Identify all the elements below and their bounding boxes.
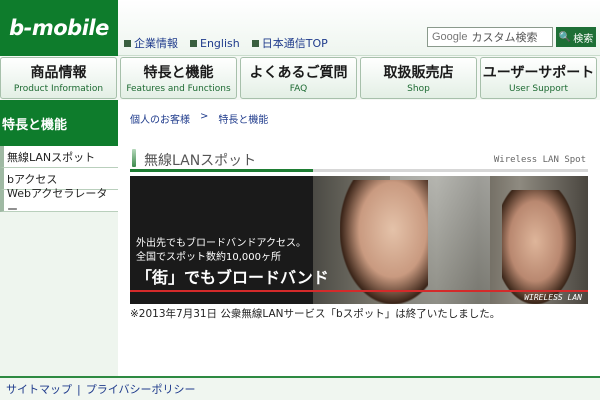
nav-user-support[interactable]: ユーザーサポート User Support [480,57,597,99]
nav-shop[interactable]: 取扱販売店 Shop [360,57,477,99]
toplink-nihon-tsushin[interactable]: 日本通信TOP [251,35,328,51]
toplink-label: 日本通信TOP [261,37,328,50]
global-nav: 商品情報 Product Information 特長と機能 Features … [0,56,600,100]
section-title: 無線LANスポット [144,153,257,169]
banner-headline: 「街」でもブロードバンド [136,268,329,287]
nav-label-jp: 商品情報 [30,65,87,81]
banner-red-line [130,290,588,292]
search-button[interactable]: 🔍 検索 [556,27,596,47]
breadcrumb: 個人のお客様 > 特長と機能 [130,111,268,126]
heading-underline [130,169,313,172]
banner-line-1: 外出先でもブロードバンドアクセス。 [136,238,306,249]
footer: サイトマップ | プライバシーポリシー [0,376,600,400]
banner-wireless-lan-badge: WIRELESS LAN [524,293,582,302]
heading-accent-icon [132,149,136,167]
footer-sitemap-link[interactable]: サイトマップ [6,381,72,397]
section-heading: 無線LANスポット Wireless LAN Spot [130,148,588,172]
hero-banner: 外出先でもブロードバンドアクセス。 全国でスポット数約10,000ヶ所 「街」で… [130,176,588,304]
search-icon: 🔍 [558,31,572,43]
sidebar: 特長と機能 無線LANスポット bアクセス Webアクセラレーター [0,100,118,376]
sidebar-item-web-accelerator[interactable]: Webアクセラレーター [0,187,118,216]
square-bullet-icon [190,39,197,47]
nav-label-en: Shop [407,84,430,94]
nav-label-en: User Support [509,84,568,94]
footer-separator: | [77,382,81,396]
search-placeholder: カスタム検索 [471,31,538,44]
sidebar-item-wireless-lan-spot[interactable]: 無線LANスポット [0,146,118,168]
footer-privacy-link[interactable]: プライバシーポリシー [86,381,196,397]
nav-product-information[interactable]: 商品情報 Product Information [0,57,117,99]
nav-label-en: FAQ [289,84,308,94]
logo[interactable]: b-mobile [0,0,118,56]
nav-label-en: Product Information [13,84,104,94]
toplink-label: English [200,36,240,50]
nav-label-jp: ユーザーサポート [482,65,595,81]
toplink-corporate[interactable]: 企業情報 [124,35,178,51]
nav-label-en: Features and Functions [126,84,231,94]
banner-woman-left [340,180,428,304]
toplink-label: 企業情報 [134,37,178,50]
banner-woman-right [502,190,576,304]
header-bar: 企業情報 English 日本通信TOP Google カスタム検索 🔍 検索 [118,0,600,56]
search-input[interactable]: Google カスタム検索 [427,27,553,47]
square-bullet-icon [251,39,259,47]
service-ended-notice: ※2013年7月31日 公衆無線LANサービス「bスポット」は終了いたしました。 [130,308,501,320]
breadcrumb-features[interactable]: 特長と機能 [218,111,268,126]
nav-label-jp: 特長と機能 [143,65,214,81]
toplink-english[interactable]: English [190,35,240,51]
nav-features[interactable]: 特長と機能 Features and Functions [120,57,237,99]
square-bullet-icon [124,39,131,47]
top-links: 企業情報 English 日本通信TOP [124,35,328,51]
nav-faq[interactable]: よくあるご質問 FAQ [240,57,357,99]
logo-text: b-mobile [9,16,109,40]
search-button-label: 検索 [573,33,594,45]
nav-label-jp: 取扱販売店 [383,65,454,81]
banner-line-2: 全国でスポット数約10,000ヶ所 [136,252,281,263]
sidebar-title: 特長と機能 [0,100,118,146]
breadcrumb-separator: > [200,111,209,122]
nav-label-jp: よくあるご質問 [249,65,348,81]
google-logo: Google [432,31,468,43]
section-title-en: Wireless LAN Spot [493,155,586,165]
header: b-mobile 企業情報 English 日本通信TOP Google カスタ… [0,0,600,56]
main-content: 個人のお客様 > 特長と機能 無線LANスポット Wireless LAN Sp… [118,100,600,376]
breadcrumb-personal[interactable]: 個人のお客様 [130,111,190,126]
